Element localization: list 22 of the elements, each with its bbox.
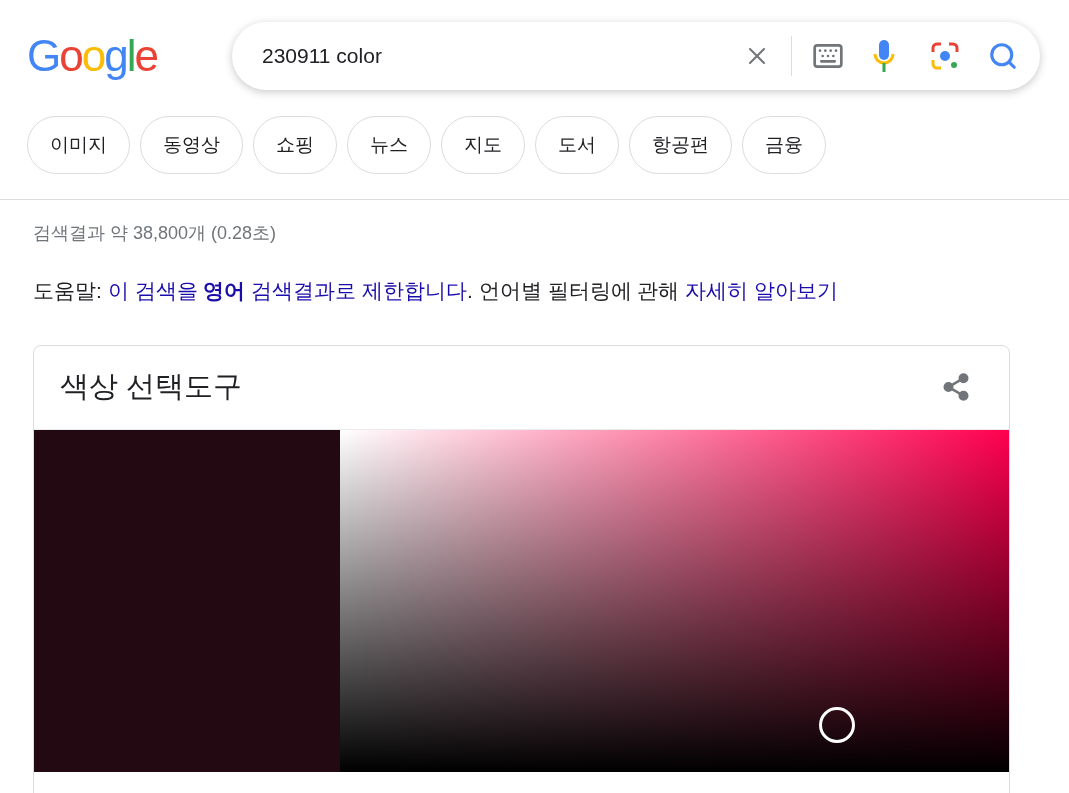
search-field[interactable]: 230911 color: [232, 22, 1040, 90]
filter-chip[interactable]: 항공편: [629, 116, 732, 174]
microphone-icon[interactable]: [872, 39, 896, 73]
search-icon[interactable]: [988, 41, 1018, 71]
filter-chip[interactable]: 금융: [742, 116, 826, 174]
camera-icon[interactable]: [930, 41, 960, 71]
filter-chip[interactable]: 이미지: [27, 116, 130, 174]
logo[interactable]: Google: [27, 34, 232, 78]
filter-chip[interactable]: 동영상: [140, 116, 243, 174]
saturation-value-area[interactable]: [340, 429, 1009, 772]
filter-chip[interactable]: 도서: [535, 116, 619, 174]
filter-chip[interactable]: 지도: [441, 116, 525, 174]
language-help-text: 도움말: 이 검색을 영어 검색결과로 제한합니다. 언어별 필터링에 관해 자세히 알아보기: [33, 278, 840, 304]
restrict-search-link[interactable]: 이 검색을 영어 검색결과로 제한합니다: [107, 279, 468, 302]
filter-chip[interactable]: 뉴스: [347, 116, 431, 174]
result-stats: 검색결과 약 38,800개 (0.28초): [33, 222, 278, 245]
learn-more-link[interactable]: 자세히 알아보기: [685, 279, 839, 302]
card-title: 색상 선택도구: [60, 369, 243, 405]
color-selector-handle[interactable]: [818, 706, 855, 743]
filter-chip[interactable]: 쇼핑: [253, 116, 337, 174]
search-query: 230911 color: [262, 43, 383, 70]
share-icon[interactable]: [941, 372, 971, 402]
